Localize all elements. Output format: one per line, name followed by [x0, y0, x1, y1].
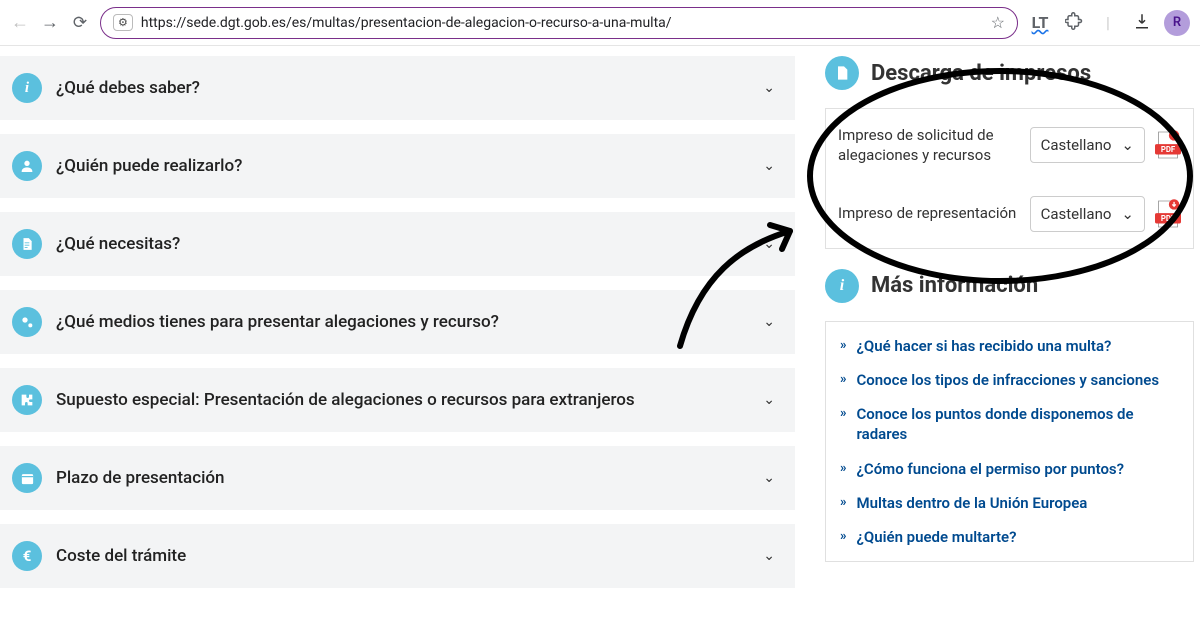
back-button[interactable]: ←: [10, 12, 30, 33]
accordion-item-que-debes-saber[interactable]: i ¿Qué debes saber? ⌄: [0, 56, 795, 120]
accordion-label: Plazo de presentación: [56, 468, 749, 488]
reload-button[interactable]: ⟳: [70, 13, 90, 33]
bookmark-star-icon[interactable]: ☆: [991, 13, 1005, 32]
double-chevron-icon: »: [840, 461, 847, 476]
double-chevron-icon: »: [840, 406, 847, 421]
accordion-item-plazo[interactable]: Plazo de presentación ⌄: [0, 446, 795, 510]
more-info-header: i Más información: [825, 269, 1194, 303]
chevron-down-icon: ⌄: [1121, 136, 1134, 154]
more-info-title: Más información: [871, 273, 1038, 298]
info-link[interactable]: » ¿Cómo funciona el permiso por puntos?: [840, 459, 1179, 479]
info-link[interactable]: » Conoce los puntos donde disponemos de …: [840, 404, 1179, 445]
euro-icon: €: [12, 541, 42, 571]
document-icon: [825, 56, 859, 90]
more-info-links: » ¿Qué hacer si has recibido una multa? …: [825, 321, 1194, 563]
accordion-label: Supuesto especial: Presentación de alega…: [56, 390, 749, 410]
accordion-item-que-necesitas[interactable]: ¿Qué necesitas? ⌄: [0, 212, 795, 276]
downloads-box: Impreso de solicitud de alegaciones y re…: [825, 108, 1194, 249]
info-link[interactable]: » Multas dentro de la Unión Europea: [840, 493, 1179, 513]
lt-extension-icon[interactable]: LT: [1028, 13, 1052, 32]
browser-toolbar: ← → ⟳ ⚙ https://sede.dgt.gob.es/es/multa…: [0, 0, 1200, 46]
double-chevron-icon: »: [840, 495, 847, 510]
pdf-download-icon[interactable]: PDF: [1155, 199, 1181, 229]
accordion-item-coste[interactable]: € Coste del trámite ⌄: [0, 524, 795, 588]
info-icon: i: [12, 73, 42, 103]
downloads-title: Descarga de impresos: [871, 61, 1091, 86]
double-chevron-icon: »: [840, 338, 847, 353]
accordion-list: i ¿Qué debes saber? ⌄ ¿Quién puede reali…: [0, 56, 795, 588]
accordion-label: ¿Qué medios tienes para presentar alegac…: [56, 312, 749, 332]
chevron-down-icon: ⌄: [763, 80, 775, 96]
downloads-header: Descarga de impresos: [825, 56, 1194, 90]
download-row: Impreso de representación Castellano ⌄ P…: [838, 196, 1181, 232]
language-select[interactable]: Castellano ⌄: [1030, 196, 1145, 232]
accordion-item-medios[interactable]: ¿Qué medios tienes para presentar alegac…: [0, 290, 795, 354]
chevron-down-icon: ⌄: [763, 470, 775, 486]
pdf-download-icon[interactable]: PDF: [1155, 130, 1181, 160]
svg-text:PDF: PDF: [1161, 213, 1176, 222]
person-icon: [12, 151, 42, 181]
url-text: https://sede.dgt.gob.es/es/multas/presen…: [141, 15, 983, 31]
download-label: Impreso de solicitud de alegaciones y re…: [838, 125, 1020, 166]
document-icon: [12, 229, 42, 259]
puzzle-icon: [12, 385, 42, 415]
chevron-down-icon: ⌄: [763, 392, 775, 408]
info-icon: i: [825, 269, 859, 303]
chevron-down-icon: ⌄: [763, 158, 775, 174]
accordion-item-quien-puede[interactable]: ¿Quién puede realizarlo? ⌄: [0, 134, 795, 198]
downloads-icon[interactable]: [1130, 12, 1154, 34]
page-content: i ¿Qué debes saber? ⌄ ¿Quién puede reali…: [0, 46, 1200, 588]
info-link[interactable]: » ¿Qué hacer si has recibido una multa?: [840, 336, 1179, 356]
address-bar[interactable]: ⚙ https://sede.dgt.gob.es/es/multas/pres…: [100, 7, 1018, 39]
svg-text:PDF: PDF: [1161, 145, 1176, 154]
forward-button[interactable]: →: [40, 12, 60, 33]
chevron-down-icon: ⌄: [763, 236, 775, 252]
chevron-down-icon: ⌄: [763, 314, 775, 330]
chevron-down-icon: ⌄: [1121, 205, 1134, 223]
double-chevron-icon: »: [840, 372, 847, 387]
site-settings-icon[interactable]: ⚙: [113, 14, 133, 31]
download-label: Impreso de representación: [838, 203, 1020, 223]
language-select[interactable]: Castellano ⌄: [1030, 127, 1145, 163]
sidebar: Descarga de impresos Impreso de solicitu…: [825, 56, 1200, 588]
accordion-label: Coste del trámite: [56, 546, 749, 566]
accordion-label: ¿Quién puede realizarlo?: [56, 156, 749, 176]
gears-icon: [12, 307, 42, 337]
accordion-item-extranjeros[interactable]: Supuesto especial: Presentación de alega…: [0, 368, 795, 432]
profile-avatar[interactable]: R: [1164, 10, 1190, 36]
double-chevron-icon: »: [840, 529, 847, 544]
calendar-icon: [12, 463, 42, 493]
info-link[interactable]: » Conoce los tipos de infracciones y san…: [840, 370, 1179, 390]
chevron-down-icon: ⌄: [763, 548, 775, 564]
accordion-label: ¿Qué necesitas?: [56, 234, 749, 254]
info-link[interactable]: » ¿Quién puede multarte?: [840, 527, 1179, 547]
accordion-label: ¿Qué debes saber?: [56, 78, 749, 98]
divider: |: [1096, 13, 1120, 32]
extensions-icon[interactable]: [1062, 12, 1086, 34]
download-row: Impreso de solicitud de alegaciones y re…: [838, 125, 1181, 166]
